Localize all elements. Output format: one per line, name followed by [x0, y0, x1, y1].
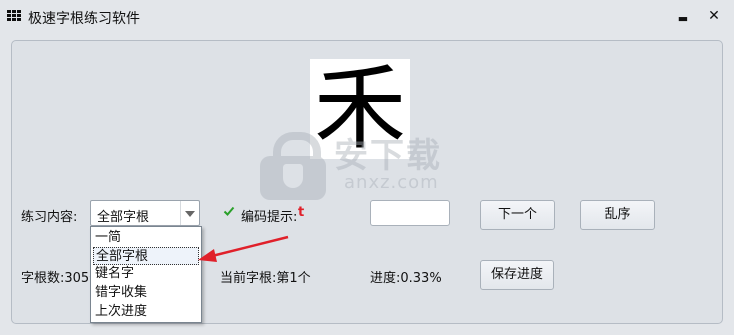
red-arrow-annotation	[198, 235, 289, 262]
